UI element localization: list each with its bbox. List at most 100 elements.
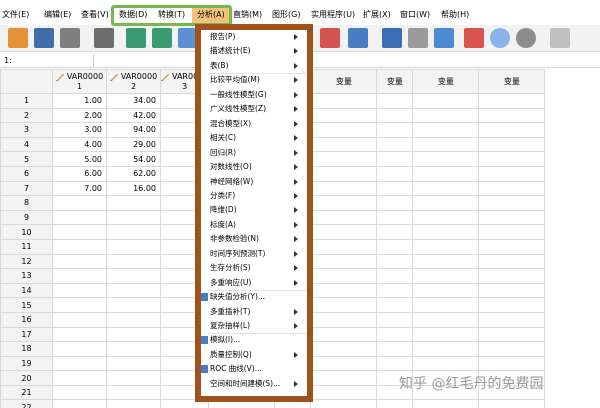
data-cell[interactable] — [412, 268, 480, 284]
row-number[interactable]: 10 — [0, 224, 53, 240]
data-cell[interactable] — [52, 224, 107, 240]
grid-icon[interactable] — [434, 28, 454, 48]
data-cell[interactable] — [310, 224, 378, 240]
data-cell[interactable]: 2.00 — [52, 107, 107, 124]
data-cell[interactable]: 42.00 — [106, 107, 161, 124]
row-number[interactable]: 4 — [0, 136, 53, 153]
data-cell[interactable] — [310, 122, 378, 138]
row-number[interactable]: 21 — [0, 384, 53, 401]
data-cell[interactable] — [376, 311, 414, 328]
data-cell[interactable] — [478, 399, 546, 408]
dialog-recall-icon[interactable] — [94, 28, 114, 48]
row-number[interactable]: 9 — [0, 209, 53, 226]
spell-check-icon[interactable] — [550, 28, 570, 48]
data-cell[interactable] — [106, 253, 161, 270]
data-cell[interactable]: 54.00 — [106, 151, 161, 167]
data-cell[interactable] — [310, 107, 378, 124]
data-cell[interactable] — [376, 151, 414, 167]
data-cell[interactable]: 62.00 — [106, 165, 161, 182]
data-cell[interactable] — [106, 384, 161, 401]
data-cell[interactable] — [310, 165, 378, 182]
data-cell[interactable]: 3.00 — [52, 122, 107, 138]
data-cell[interactable] — [310, 341, 378, 357]
data-cell[interactable] — [310, 180, 378, 197]
data-cell[interactable] — [376, 136, 414, 153]
data-cell[interactable] — [412, 165, 480, 182]
menu-graphs[interactable]: 图形(G) — [272, 6, 300, 24]
data-cell[interactable] — [478, 282, 546, 299]
data-cell[interactable] — [376, 326, 414, 343]
row-number[interactable]: 18 — [0, 341, 53, 357]
data-cell[interactable] — [412, 224, 480, 240]
data-cell[interactable] — [310, 268, 378, 284]
data-cell[interactable] — [310, 151, 378, 167]
data-cell[interactable] — [376, 355, 414, 372]
row-number[interactable]: 20 — [0, 370, 53, 386]
data-cell[interactable] — [412, 209, 480, 226]
data-cell[interactable] — [310, 384, 378, 401]
data-cell[interactable] — [106, 209, 161, 226]
column-header-9[interactable]: 变量 — [478, 69, 546, 94]
data-cell[interactable] — [412, 107, 480, 124]
row-number[interactable]: 16 — [0, 311, 53, 328]
data-cell[interactable] — [478, 311, 546, 328]
row-number[interactable]: 15 — [0, 297, 53, 313]
data-cell[interactable] — [478, 165, 546, 182]
data-cell[interactable] — [52, 311, 107, 328]
data-cell[interactable] — [478, 180, 546, 197]
menu-file[interactable]: 文件(E) — [2, 6, 29, 24]
data-cell[interactable]: 94.00 — [106, 122, 161, 138]
data-cell[interactable] — [412, 238, 480, 255]
row-number[interactable]: 14 — [0, 282, 53, 299]
data-cell[interactable] — [376, 224, 414, 240]
data-cell[interactable] — [412, 136, 480, 153]
row-number[interactable]: 12 — [0, 253, 53, 270]
data-cell[interactable] — [412, 341, 480, 357]
data-cell[interactable] — [478, 151, 546, 167]
row-number[interactable]: 13 — [0, 268, 53, 284]
row-number[interactable]: 22 — [0, 399, 53, 408]
data-cell[interactable] — [376, 209, 414, 226]
data-cell[interactable] — [106, 238, 161, 255]
data-cell[interactable] — [376, 122, 414, 138]
data-cell[interactable] — [106, 195, 161, 211]
data-cell[interactable] — [310, 238, 378, 255]
data-cell[interactable] — [478, 224, 546, 240]
data-cell[interactable] — [412, 93, 480, 109]
data-cell[interactable]: 5.00 — [52, 151, 107, 167]
menu-help[interactable]: 帮助(H) — [441, 6, 469, 24]
data-cell[interactable] — [52, 238, 107, 255]
data-cell[interactable] — [376, 341, 414, 357]
data-cell[interactable] — [106, 297, 161, 313]
menu-edit[interactable]: 编辑(E) — [44, 6, 71, 24]
data-cell[interactable] — [412, 195, 480, 211]
data-cell[interactable] — [412, 355, 480, 372]
scale-icon[interactable] — [408, 28, 428, 48]
data-cell[interactable] — [478, 195, 546, 211]
data-cell[interactable] — [310, 93, 378, 109]
data-cell[interactable] — [310, 370, 378, 386]
data-cell[interactable] — [52, 341, 107, 357]
data-cell[interactable] — [412, 311, 480, 328]
data-cell[interactable]: 1.00 — [52, 93, 107, 109]
data-cell[interactable] — [106, 326, 161, 343]
value-labels-icon[interactable] — [464, 28, 484, 48]
data-cell[interactable]: 7.00 — [52, 180, 107, 197]
data-cell[interactable] — [478, 268, 546, 284]
data-cell[interactable] — [412, 282, 480, 299]
data-cell[interactable] — [478, 355, 546, 372]
menu-direct-marketing[interactable]: 直销(M) — [233, 6, 262, 24]
data-cell[interactable] — [310, 209, 378, 226]
data-cell[interactable] — [376, 93, 414, 109]
data-cell[interactable] — [376, 165, 414, 182]
data-cell[interactable] — [478, 93, 546, 109]
row-number[interactable]: 1 — [0, 93, 53, 109]
data-cell[interactable] — [310, 297, 378, 313]
data-cell[interactable]: 34.00 — [106, 93, 161, 109]
data-cell[interactable] — [412, 180, 480, 197]
data-cell[interactable] — [376, 297, 414, 313]
row-number[interactable]: 3 — [0, 122, 53, 138]
data-cell[interactable] — [52, 355, 107, 372]
save-icon[interactable] — [34, 28, 54, 48]
data-cell[interactable] — [106, 399, 161, 408]
